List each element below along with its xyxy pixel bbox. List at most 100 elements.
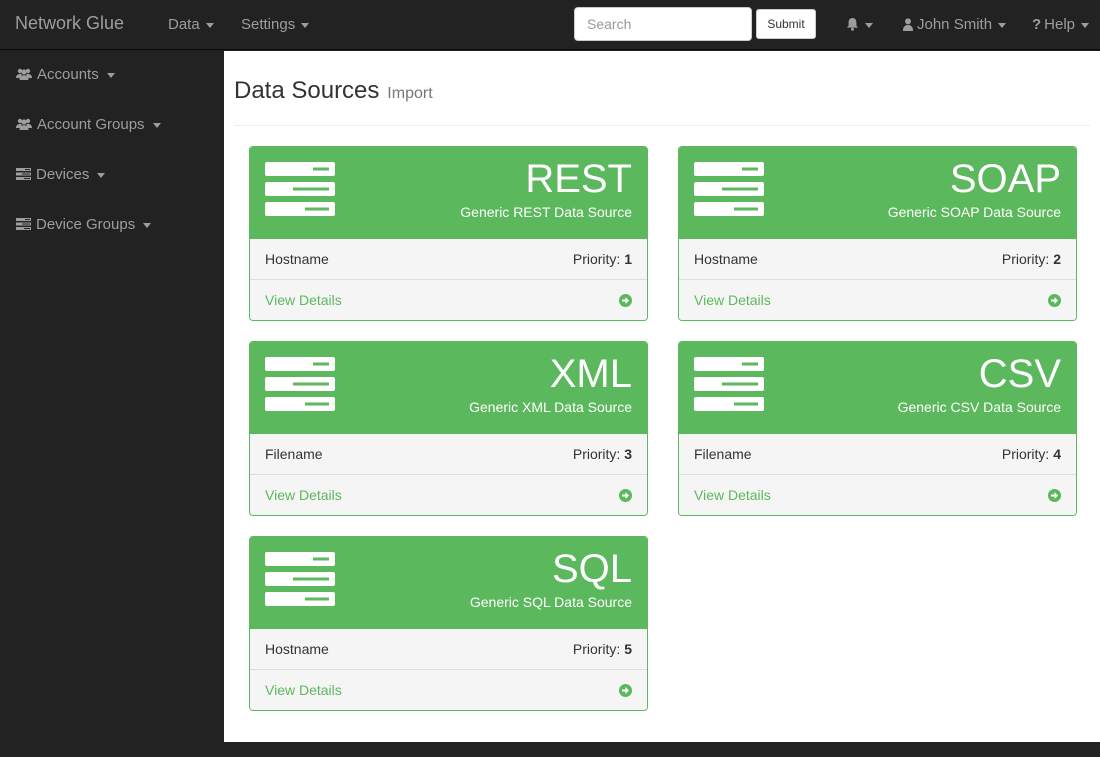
- settings-menu-label: Settings: [241, 16, 296, 33]
- data-source-panel-xml: XML Generic XML Data Source Filename Pri…: [249, 341, 648, 516]
- help-label: Help: [1044, 16, 1076, 33]
- panel-heading: SQL Generic SQL Data Source: [250, 537, 647, 629]
- server-icon: [265, 552, 335, 606]
- priority-label: Priority:: [572, 446, 621, 462]
- panel-description: Generic CSV Data Source: [897, 399, 1061, 415]
- panel-name: CSV: [978, 352, 1061, 396]
- priority-number: 3: [624, 446, 632, 462]
- server-icon: [16, 168, 31, 180]
- arrow-circle-right-icon: [619, 684, 632, 697]
- data-source-panel-csv: CSV Generic CSV Data Source Filename Pri…: [678, 341, 1077, 516]
- main-content: Data Sources Import REST Generic REST Da…: [224, 51, 1100, 742]
- notifications-menu[interactable]: [846, 16, 873, 33]
- priority-label: Priority:: [1001, 446, 1050, 462]
- priority-label: Priority:: [1001, 251, 1050, 267]
- question-icon: ?: [1032, 16, 1042, 33]
- priority-label: Priority:: [572, 251, 621, 267]
- view-details-label: View Details: [265, 292, 342, 308]
- panel-heading: CSV Generic CSV Data Source: [679, 342, 1076, 434]
- view-details-link[interactable]: View Details: [679, 475, 1076, 515]
- priority-value: Priority: 2: [1002, 251, 1061, 267]
- view-details-link[interactable]: View Details: [250, 670, 647, 710]
- sidebar-item-account-groups[interactable]: Account Groups: [16, 116, 161, 133]
- caret-down-icon: [1081, 22, 1090, 28]
- settings-menu[interactable]: Settings: [241, 16, 310, 33]
- panel-field-label: Filename: [694, 446, 752, 462]
- sidebar-item-label: Devices: [36, 166, 90, 183]
- server-icon: [16, 218, 31, 230]
- priority-number: 4: [1053, 446, 1061, 462]
- panel-body: Hostname Priority: 2: [679, 239, 1076, 280]
- page-subtitle: Import: [387, 85, 433, 102]
- user-name: John Smith: [917, 16, 993, 33]
- users-icon: [16, 118, 32, 130]
- submit-button[interactable]: Submit: [756, 9, 816, 39]
- view-details-label: View Details: [694, 292, 771, 308]
- data-source-panel-rest: REST Generic REST Data Source Hostname P…: [249, 146, 648, 321]
- panel-description: Generic SOAP Data Source: [887, 204, 1061, 220]
- caret-down-icon: [97, 172, 106, 178]
- sidebar-item-device-groups[interactable]: Device Groups: [16, 216, 152, 233]
- panel-description: Generic XML Data Source: [469, 399, 632, 415]
- priority-value: Priority: 5: [573, 641, 632, 657]
- view-details-link[interactable]: View Details: [679, 280, 1076, 320]
- priority-number: 1: [624, 251, 632, 267]
- caret-down-icon: [998, 22, 1007, 28]
- caret-down-icon: [106, 72, 115, 78]
- view-details-label: View Details: [265, 487, 342, 503]
- bottom-strip: [0, 742, 1100, 757]
- brand-link[interactable]: Network Glue: [15, 13, 124, 34]
- data-menu[interactable]: Data: [168, 16, 214, 33]
- panel-body: Filename Priority: 4: [679, 434, 1076, 475]
- users-icon: [16, 68, 32, 80]
- caret-down-icon: [152, 122, 161, 128]
- arrow-circle-right-icon: [1048, 294, 1061, 307]
- priority-value: Priority: 4: [1002, 446, 1061, 462]
- panel-body: Hostname Priority: 5: [250, 629, 647, 670]
- data-menu-label: Data: [168, 16, 200, 33]
- user-menu[interactable]: John Smith: [903, 16, 1007, 33]
- view-details-label: View Details: [265, 682, 342, 698]
- priority-label: Priority:: [572, 641, 621, 657]
- data-source-panel-soap: SOAP Generic SOAP Data Source Hostname P…: [678, 146, 1077, 321]
- view-details-link[interactable]: View Details: [250, 280, 647, 320]
- data-source-panel-sql: SQL Generic SQL Data Source Hostname Pri…: [249, 536, 648, 711]
- arrow-circle-right-icon: [619, 489, 632, 502]
- panel-field-label: Hostname: [694, 251, 758, 267]
- panel-description: Generic REST Data Source: [460, 204, 632, 220]
- search-input[interactable]: [574, 7, 752, 41]
- panel-name: SQL: [551, 547, 632, 591]
- panel-heading: XML Generic XML Data Source: [250, 342, 647, 434]
- panel-body: Filename Priority: 3: [250, 434, 647, 475]
- arrow-circle-right-icon: [1048, 489, 1061, 502]
- caret-down-icon: [143, 222, 152, 228]
- panel-description: Generic SQL Data Source: [469, 594, 632, 610]
- priority-number: 5: [624, 641, 632, 657]
- priority-value: Priority: 1: [573, 251, 632, 267]
- user-icon: [903, 18, 913, 31]
- view-details-link[interactable]: View Details: [250, 475, 647, 515]
- sidebar-item-accounts[interactable]: Accounts: [16, 66, 115, 83]
- server-icon: [694, 357, 764, 411]
- panel-field-label: Filename: [265, 446, 323, 462]
- sidebar-item-label: Accounts: [37, 66, 99, 83]
- sidebar-item-label: Device Groups: [36, 216, 136, 233]
- panel-name: SOAP: [949, 157, 1061, 201]
- help-menu[interactable]: ? Help: [1032, 16, 1090, 33]
- page-title: Data Sources: [234, 77, 380, 104]
- top-navbar: Network Glue Data Settings Submit John S…: [0, 0, 1100, 50]
- caret-down-icon: [301, 22, 310, 28]
- arrow-circle-right-icon: [619, 294, 632, 307]
- sidebar: Accounts Account Groups Devices Device G…: [0, 51, 224, 757]
- page-header: Data Sources Import: [234, 77, 1090, 126]
- bell-icon: [847, 18, 858, 31]
- server-icon: [265, 162, 335, 216]
- panel-body: Hostname Priority: 1: [250, 239, 647, 280]
- panel-field-label: Hostname: [265, 251, 329, 267]
- sidebar-item-devices[interactable]: Devices: [16, 166, 106, 183]
- priority-value: Priority: 3: [573, 446, 632, 462]
- panel-heading: SOAP Generic SOAP Data Source: [679, 147, 1076, 239]
- panel-name: REST: [525, 157, 632, 201]
- server-icon: [694, 162, 764, 216]
- panel-name: XML: [549, 352, 632, 396]
